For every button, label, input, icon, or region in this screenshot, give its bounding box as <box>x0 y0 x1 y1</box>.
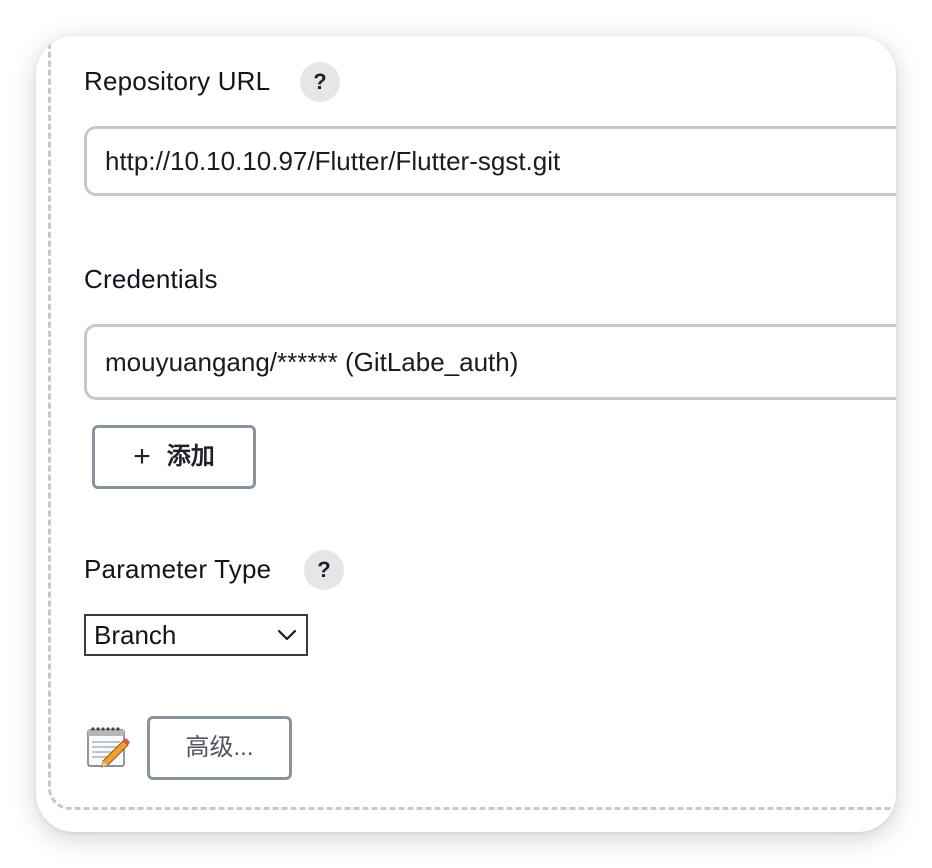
repository-url-label: Repository URL <box>84 66 271 96</box>
parameter-type-label: Parameter Type <box>84 554 272 584</box>
credentials-label: Credentials <box>84 264 218 294</box>
add-credentials-button[interactable]: + 添加 <box>92 425 256 489</box>
parameter-type-select[interactable]: Branch <box>84 614 308 656</box>
repository-url-input[interactable]: http://10.10.10.97/Flutter/Flutter-sgst.… <box>84 126 896 196</box>
advanced-button[interactable]: 高级... <box>147 716 292 780</box>
repository-url-help-icon[interactable]: ? <box>300 62 340 102</box>
credentials-select[interactable]: mouyuangang/****** (GitLabe_auth) <box>84 324 896 400</box>
parameter-type-help-icon[interactable]: ? <box>304 550 344 590</box>
chevron-down-icon <box>277 629 297 641</box>
add-button-label: 添加 <box>166 443 215 470</box>
config-card: Repository URL ? http://10.10.10.97/Flut… <box>36 36 896 832</box>
notepad-icon <box>87 727 130 768</box>
plus-icon: + <box>133 440 151 473</box>
parameter-type-selected: Branch <box>94 620 177 650</box>
